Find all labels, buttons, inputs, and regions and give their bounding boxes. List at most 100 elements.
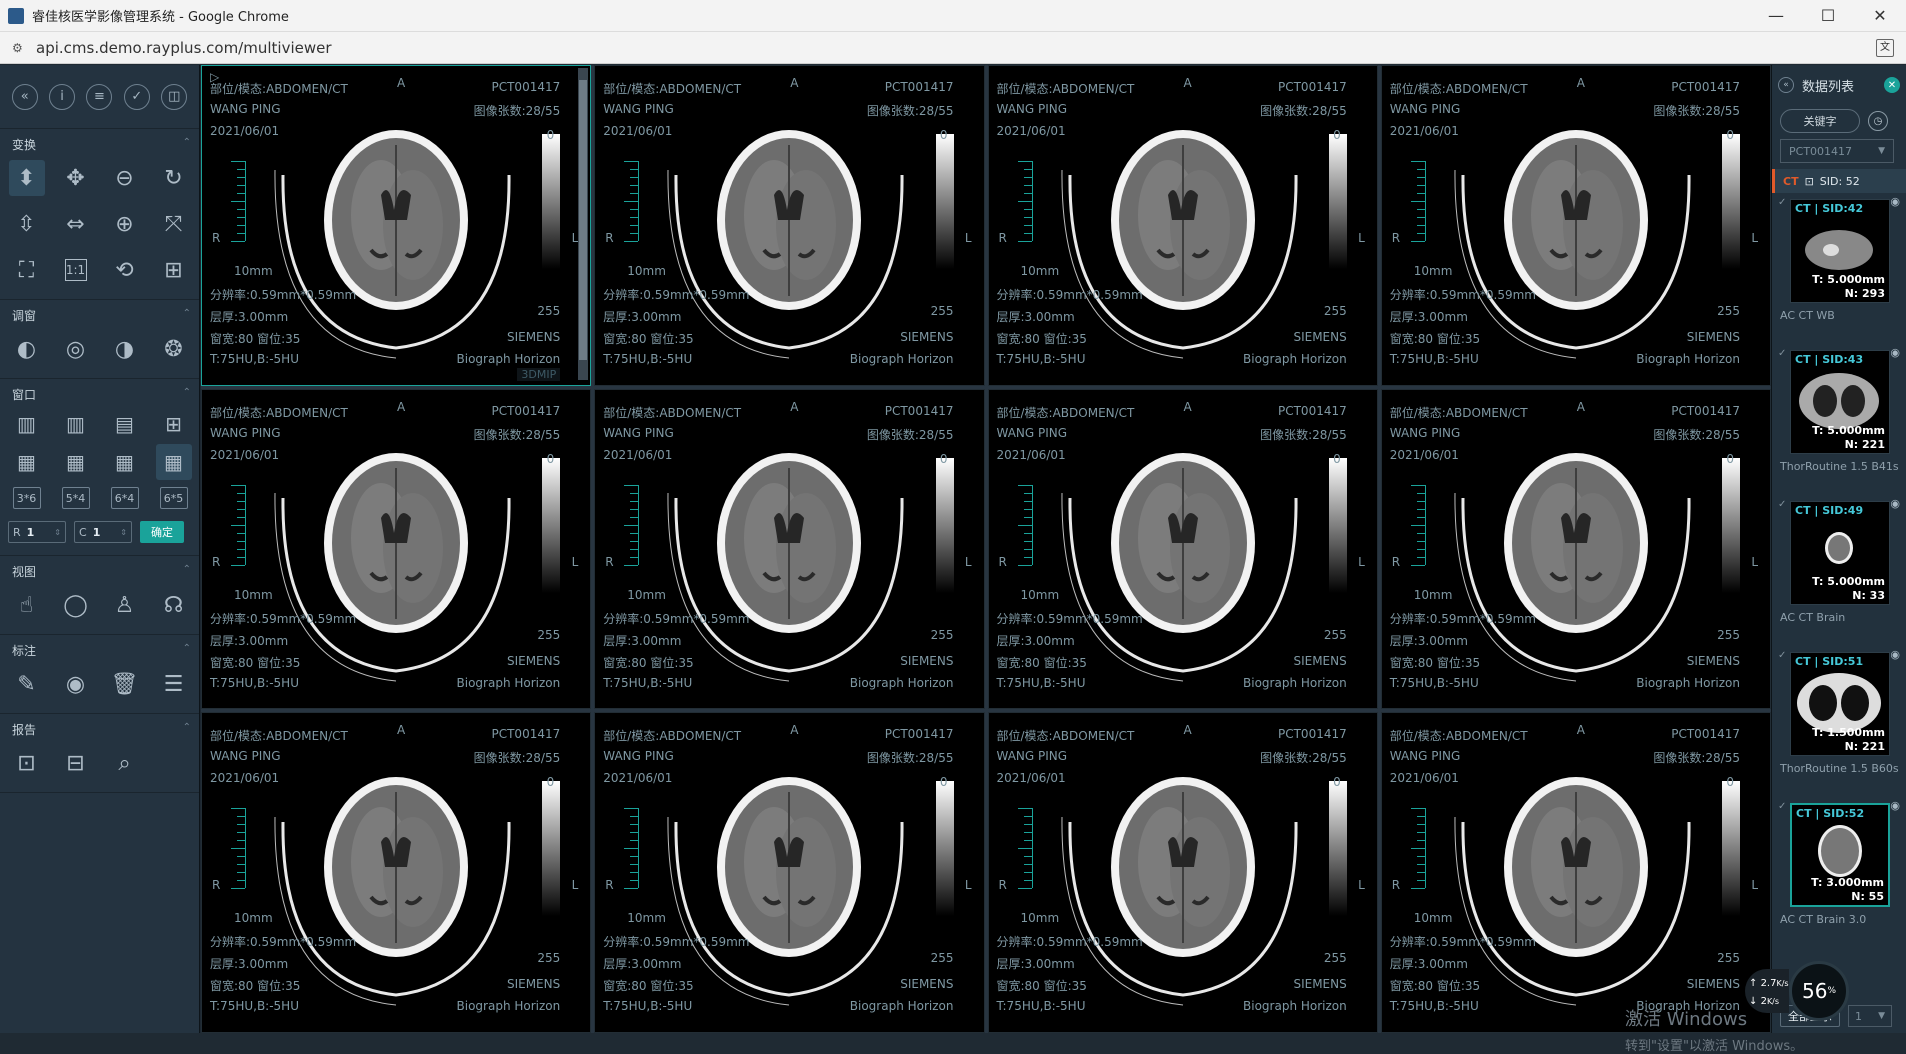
list-icon[interactable]: ≡ — [86, 83, 113, 110]
viewport[interactable]: 部位/模态:ABDOMEN/CT WANG PING 2021/06/01 A … — [201, 712, 592, 1033]
viewport[interactable]: 部位/模态:ABDOMEN/CT WANG PING 2021/06/01 A … — [594, 65, 985, 386]
layout-2x2[interactable]: ⊞ — [149, 405, 198, 443]
viewport[interactable]: 部位/模态:ABDOMEN/CT WANG PING 2021/06/01 A … — [201, 65, 592, 386]
url-text[interactable]: api.cms.demo.rayplus.com/multiviewer — [36, 39, 332, 57]
check-icon[interactable]: ✓ — [1778, 197, 1786, 208]
eye-icon[interactable]: ◉ — [1890, 799, 1900, 812]
viewport[interactable]: 部位/模态:ABDOMEN/CT WANG PING 2021/06/01 A … — [1380, 712, 1771, 1033]
check-icon[interactable]: ✓ — [1778, 499, 1786, 510]
ct-slice-image[interactable] — [261, 747, 531, 1011]
check-icon[interactable]: ✓ — [123, 83, 150, 110]
check-icon[interactable]: ✓ — [1778, 801, 1786, 812]
add-report-tool[interactable]: ⊡ — [2, 740, 51, 786]
collapse-caret-icon[interactable]: ⌃ — [183, 722, 191, 733]
eye-icon[interactable]: ◉ — [1890, 346, 1900, 359]
layout-1x3[interactable]: ▥ — [51, 405, 100, 443]
collapse-panel-icon[interactable]: « — [11, 83, 38, 110]
head-side-view[interactable]: ☊ — [149, 582, 198, 628]
eye-icon[interactable]: ◉ — [1890, 648, 1900, 661]
ct-slice-image[interactable] — [654, 100, 924, 364]
ct-slice-image[interactable] — [261, 100, 531, 364]
layout-1x2[interactable]: ▥ — [2, 405, 51, 443]
series-item[interactable]: ✓ ◉ CT | SID:52 T: 3.000mm N: 55 AC CT B… — [1772, 797, 1906, 948]
rotate-tool[interactable]: ↻ — [149, 155, 198, 201]
series-item[interactable]: ✓ ◉ CT | SID:42 T: 5.000mm N: 293 AC CT … — [1772, 193, 1906, 344]
zoom-in-tool[interactable]: ⊕ — [100, 201, 149, 247]
viewport[interactable]: 部位/模态:ABDOMEN/CT WANG PING 2021/06/01 A … — [594, 388, 985, 710]
preview-report-tool[interactable]: ⌕ — [100, 740, 149, 786]
series-thumbnail[interactable]: CT | SID:52 T: 3.000mm N: 55 — [1790, 803, 1890, 907]
mip-label[interactable]: 3DMIP — [517, 367, 561, 381]
minimize-button[interactable]: — — [1750, 0, 1802, 32]
collapse-caret-icon[interactable]: ⌃ — [183, 564, 191, 575]
layout-preset-button[interactable]: 5*4 — [51, 481, 100, 515]
ct-slice-image[interactable] — [1048, 747, 1318, 1011]
ct-slice-image[interactable] — [261, 423, 531, 687]
series-thumbnail[interactable]: CT | SID:49 T: 5.000mm N: 33 — [1790, 501, 1890, 605]
close-window-button[interactable]: ✕ — [1854, 0, 1906, 32]
scrollbar-thumb[interactable] — [579, 80, 588, 360]
crop-tool[interactable]: ⤧ — [149, 201, 198, 247]
ct-slice-image[interactable] — [1441, 100, 1711, 364]
check-icon[interactable]: ✓ — [1778, 650, 1786, 661]
viewport[interactable]: 部位/模态:ABDOMEN/CT WANG PING 2021/06/01 A … — [594, 712, 985, 1033]
expand-tool[interactable]: ⊞ — [149, 247, 198, 293]
spinner-arrows-icon[interactable]: ⇕ — [120, 528, 127, 537]
draw-tool[interactable]: ✎ — [2, 661, 51, 707]
collapse-caret-icon[interactable]: ⌃ — [183, 137, 191, 148]
collapse-list-icon[interactable]: « — [1778, 77, 1794, 93]
layout-preset-button[interactable]: 6*5 — [149, 481, 198, 515]
contrast-preset-1[interactable]: ◐ — [2, 326, 51, 372]
ct-slice-image[interactable] — [1048, 100, 1318, 364]
patient-select[interactable]: PCT001417 ▼ — [1780, 139, 1894, 163]
row-spinner[interactable]: R 1 ⇕ — [8, 521, 66, 543]
series-item[interactable]: ✓ ◉ CT | SID:51 T: 1.500mm N: 221 ThorRo… — [1772, 646, 1906, 797]
col-spinner[interactable]: C 1 ⇕ — [74, 521, 132, 543]
pan-tool[interactable]: ✥ — [51, 155, 100, 201]
layout-preset-button[interactable]: 3*6 — [2, 481, 51, 515]
zoom-out-tool[interactable]: ⊖ — [100, 155, 149, 201]
annotation-list-tool[interactable]: ☰ — [149, 661, 198, 707]
contrast-preset-3[interactable]: ◑ — [100, 326, 149, 372]
person-view[interactable]: ♙ — [100, 582, 149, 628]
translate-icon[interactable]: 文 — [1876, 38, 1894, 57]
series-thumbnail[interactable]: CT | SID:42 T: 5.000mm N: 293 — [1790, 199, 1890, 303]
site-info-icon[interactable]: ⚙ — [12, 41, 26, 55]
visibility-tool[interactable]: ◉ — [51, 661, 100, 707]
contrast-preset-4[interactable]: ❂ — [149, 326, 198, 372]
eye-icon[interactable]: ◉ — [1890, 497, 1900, 510]
viewport[interactable]: 部位/模态:ABDOMEN/CT WANG PING 2021/06/01 A … — [987, 65, 1378, 386]
viewport[interactable]: 部位/模态:ABDOMEN/CT WANG PING 2021/06/01 A … — [1380, 65, 1771, 386]
ct-slice-image[interactable] — [1441, 747, 1711, 1011]
series-thumbnail[interactable]: CT | SID:43 T: 5.000mm N: 221 — [1790, 350, 1890, 454]
archive-report-tool[interactable]: ⊟ — [51, 740, 100, 786]
window-level-tool[interactable]: ⬍ — [2, 155, 51, 201]
history-icon[interactable]: ◷ — [1868, 111, 1888, 131]
delete-tool[interactable]: 🗑 — [100, 661, 149, 707]
viewport-scrollbar[interactable] — [578, 68, 589, 380]
ct-slice-image[interactable] — [1048, 423, 1318, 687]
play-icon[interactable]: ▷ — [210, 70, 219, 84]
flip-vertical-tool[interactable]: ⇳ — [2, 201, 51, 247]
head-front-view[interactable]: ◯ — [51, 582, 100, 628]
viewport[interactable]: 部位/模态:ABDOMEN/CT WANG PING 2021/06/01 A … — [201, 388, 592, 710]
confirm-layout-button[interactable]: 确定 — [140, 521, 184, 543]
reset-tool[interactable]: ⟲ — [100, 247, 149, 293]
eye-icon[interactable]: ◉ — [1890, 195, 1900, 208]
ct-slice-image[interactable] — [1441, 423, 1711, 687]
check-icon[interactable]: ✓ — [1778, 348, 1786, 359]
series-thumbnail[interactable]: CT | SID:51 T: 1.500mm N: 221 — [1790, 652, 1890, 756]
fit-tool[interactable]: ⛶ — [2, 247, 51, 293]
series-item[interactable]: ✓ ◉ CT | SID:49 T: 5.000mm N: 33 AC CT B… — [1772, 495, 1906, 646]
layout-3x1[interactable]: ▤ — [100, 405, 149, 443]
layout-grid-a[interactable]: ▦ — [2, 443, 51, 481]
flip-horizontal-tool[interactable]: ⇔ — [51, 201, 100, 247]
spinner-arrows-icon[interactable]: ⇕ — [54, 528, 61, 537]
close-list-icon[interactable]: ✕ — [1884, 77, 1900, 93]
contrast-preset-2[interactable]: ◎ — [51, 326, 100, 372]
collapse-caret-icon[interactable]: ⌃ — [183, 308, 191, 319]
actual-size-tool[interactable]: 1:1 — [51, 247, 100, 293]
info-icon[interactable]: i — [49, 83, 76, 110]
collapse-caret-icon[interactable]: ⌃ — [183, 643, 191, 654]
maximize-button[interactable]: ☐ — [1802, 0, 1854, 32]
